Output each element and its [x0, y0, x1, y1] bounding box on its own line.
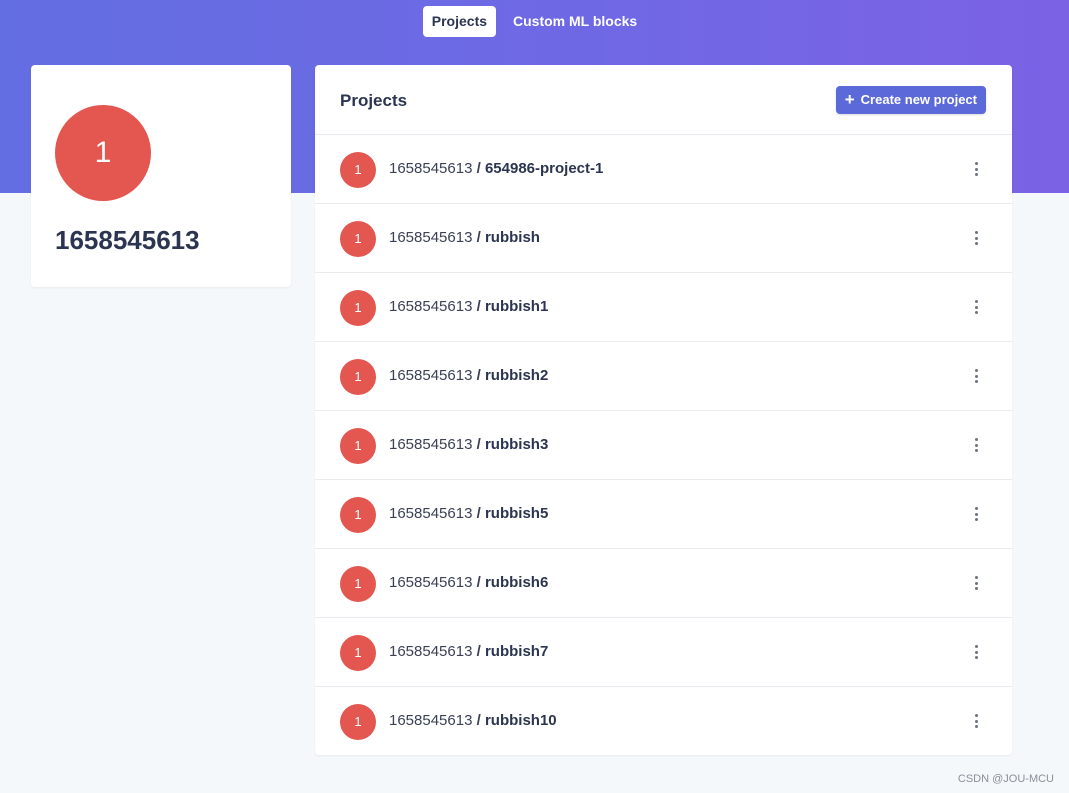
profile-username: 1658545613 — [55, 225, 200, 255]
project-name: rubbish7 — [484, 643, 549, 660]
project-owner: 1658545613 — [389, 574, 473, 591]
project-separator: / — [472, 643, 485, 660]
project-label[interactable]: 1658545613 / rubbish6 — [389, 574, 548, 591]
create-new-project-label: Create new project — [860, 92, 977, 107]
projects-panel: Projects + Create new project 1 16585456… — [315, 65, 1012, 755]
project-name: rubbish — [484, 229, 540, 246]
project-separator: / — [472, 229, 485, 246]
project-row[interactable]: 1 1658545613 / rubbish3 — [315, 411, 1012, 480]
project-row[interactable]: 1 1658545613 / rubbish10 — [315, 687, 1012, 755]
kebab-menu-icon[interactable] — [973, 645, 979, 659]
project-owner: 1658545613 — [389, 436, 473, 453]
tab-projects[interactable]: Projects — [422, 6, 497, 37]
project-avatar: 1 — [340, 359, 376, 395]
kebab-menu-icon[interactable] — [973, 231, 979, 245]
top-navigation: Projects Custom ML blocks — [0, 6, 1069, 37]
kebab-menu-icon[interactable] — [973, 576, 979, 590]
project-separator: / — [472, 436, 485, 453]
project-name: rubbish1 — [484, 298, 549, 315]
project-avatar: 1 — [340, 221, 376, 257]
project-separator: / — [472, 298, 485, 315]
project-avatar: 1 — [340, 704, 376, 740]
project-name: rubbish6 — [484, 574, 549, 591]
kebab-menu-icon[interactable] — [973, 300, 979, 314]
project-row[interactable]: 1 1658545613 / rubbish5 — [315, 480, 1012, 549]
project-avatar: 1 — [340, 428, 376, 464]
project-owner: 1658545613 — [389, 298, 473, 315]
profile-avatar: 1 — [55, 105, 151, 201]
project-separator: / — [472, 712, 485, 729]
project-row[interactable]: 1 1658545613 / rubbish6 — [315, 549, 1012, 618]
project-avatar: 1 — [340, 497, 376, 533]
project-avatar: 1 — [340, 566, 376, 602]
project-name: rubbish5 — [484, 505, 549, 522]
project-name: rubbish10 — [484, 712, 557, 729]
project-label[interactable]: 1658545613 / 654986-project-1 — [389, 160, 603, 177]
project-separator: / — [472, 505, 485, 522]
kebab-menu-icon[interactable] — [973, 369, 979, 383]
watermark: CSDN @JOU-MCU — [957, 773, 1054, 785]
kebab-menu-icon[interactable] — [973, 714, 979, 728]
plus-icon: + — [844, 90, 855, 109]
project-row[interactable]: 1 1658545613 / rubbish7 — [315, 618, 1012, 687]
project-label[interactable]: 1658545613 / rubbish3 — [389, 436, 548, 453]
kebab-menu-icon[interactable] — [973, 162, 979, 176]
project-label[interactable]: 1658545613 / rubbish — [389, 229, 540, 246]
project-owner: 1658545613 — [389, 160, 473, 177]
project-label[interactable]: 1658545613 / rubbish7 — [389, 643, 548, 660]
project-owner: 1658545613 — [389, 229, 473, 246]
project-label[interactable]: 1658545613 / rubbish1 — [389, 298, 548, 315]
project-separator: / — [472, 160, 485, 177]
tab-custom-ml-blocks[interactable]: Custom ML blocks — [504, 6, 646, 37]
project-name: 654986-project-1 — [484, 160, 604, 177]
projects-header: Projects + Create new project — [315, 65, 1012, 135]
project-row[interactable]: 1 1658545613 / rubbish1 — [315, 273, 1012, 342]
project-avatar: 1 — [340, 152, 376, 188]
project-name: rubbish2 — [484, 367, 549, 384]
project-avatar: 1 — [340, 635, 376, 671]
kebab-menu-icon[interactable] — [973, 507, 979, 521]
project-label[interactable]: 1658545613 / rubbish10 — [389, 712, 557, 729]
project-name: rubbish3 — [484, 436, 549, 453]
project-row[interactable]: 1 1658545613 / rubbish — [315, 204, 1012, 273]
project-avatar: 1 — [340, 290, 376, 326]
project-separator: / — [472, 574, 485, 591]
project-label[interactable]: 1658545613 / rubbish5 — [389, 505, 548, 522]
project-owner: 1658545613 — [389, 712, 473, 729]
project-row[interactable]: 1 1658545613 / 654986-project-1 — [315, 135, 1012, 204]
projects-title: Projects — [340, 91, 408, 110]
project-list: 1 1658545613 / 654986-project-1 1 165854… — [315, 135, 1012, 755]
profile-card: 1 1658545613 — [31, 65, 291, 287]
project-owner: 1658545613 — [389, 367, 473, 384]
create-new-project-button[interactable]: + Create new project — [835, 86, 986, 114]
project-row[interactable]: 1 1658545613 / rubbish2 — [315, 342, 1012, 411]
kebab-menu-icon[interactable] — [973, 438, 979, 452]
project-label[interactable]: 1658545613 / rubbish2 — [389, 367, 548, 384]
project-owner: 1658545613 — [389, 505, 473, 522]
project-owner: 1658545613 — [389, 643, 473, 660]
project-separator: / — [472, 367, 485, 384]
